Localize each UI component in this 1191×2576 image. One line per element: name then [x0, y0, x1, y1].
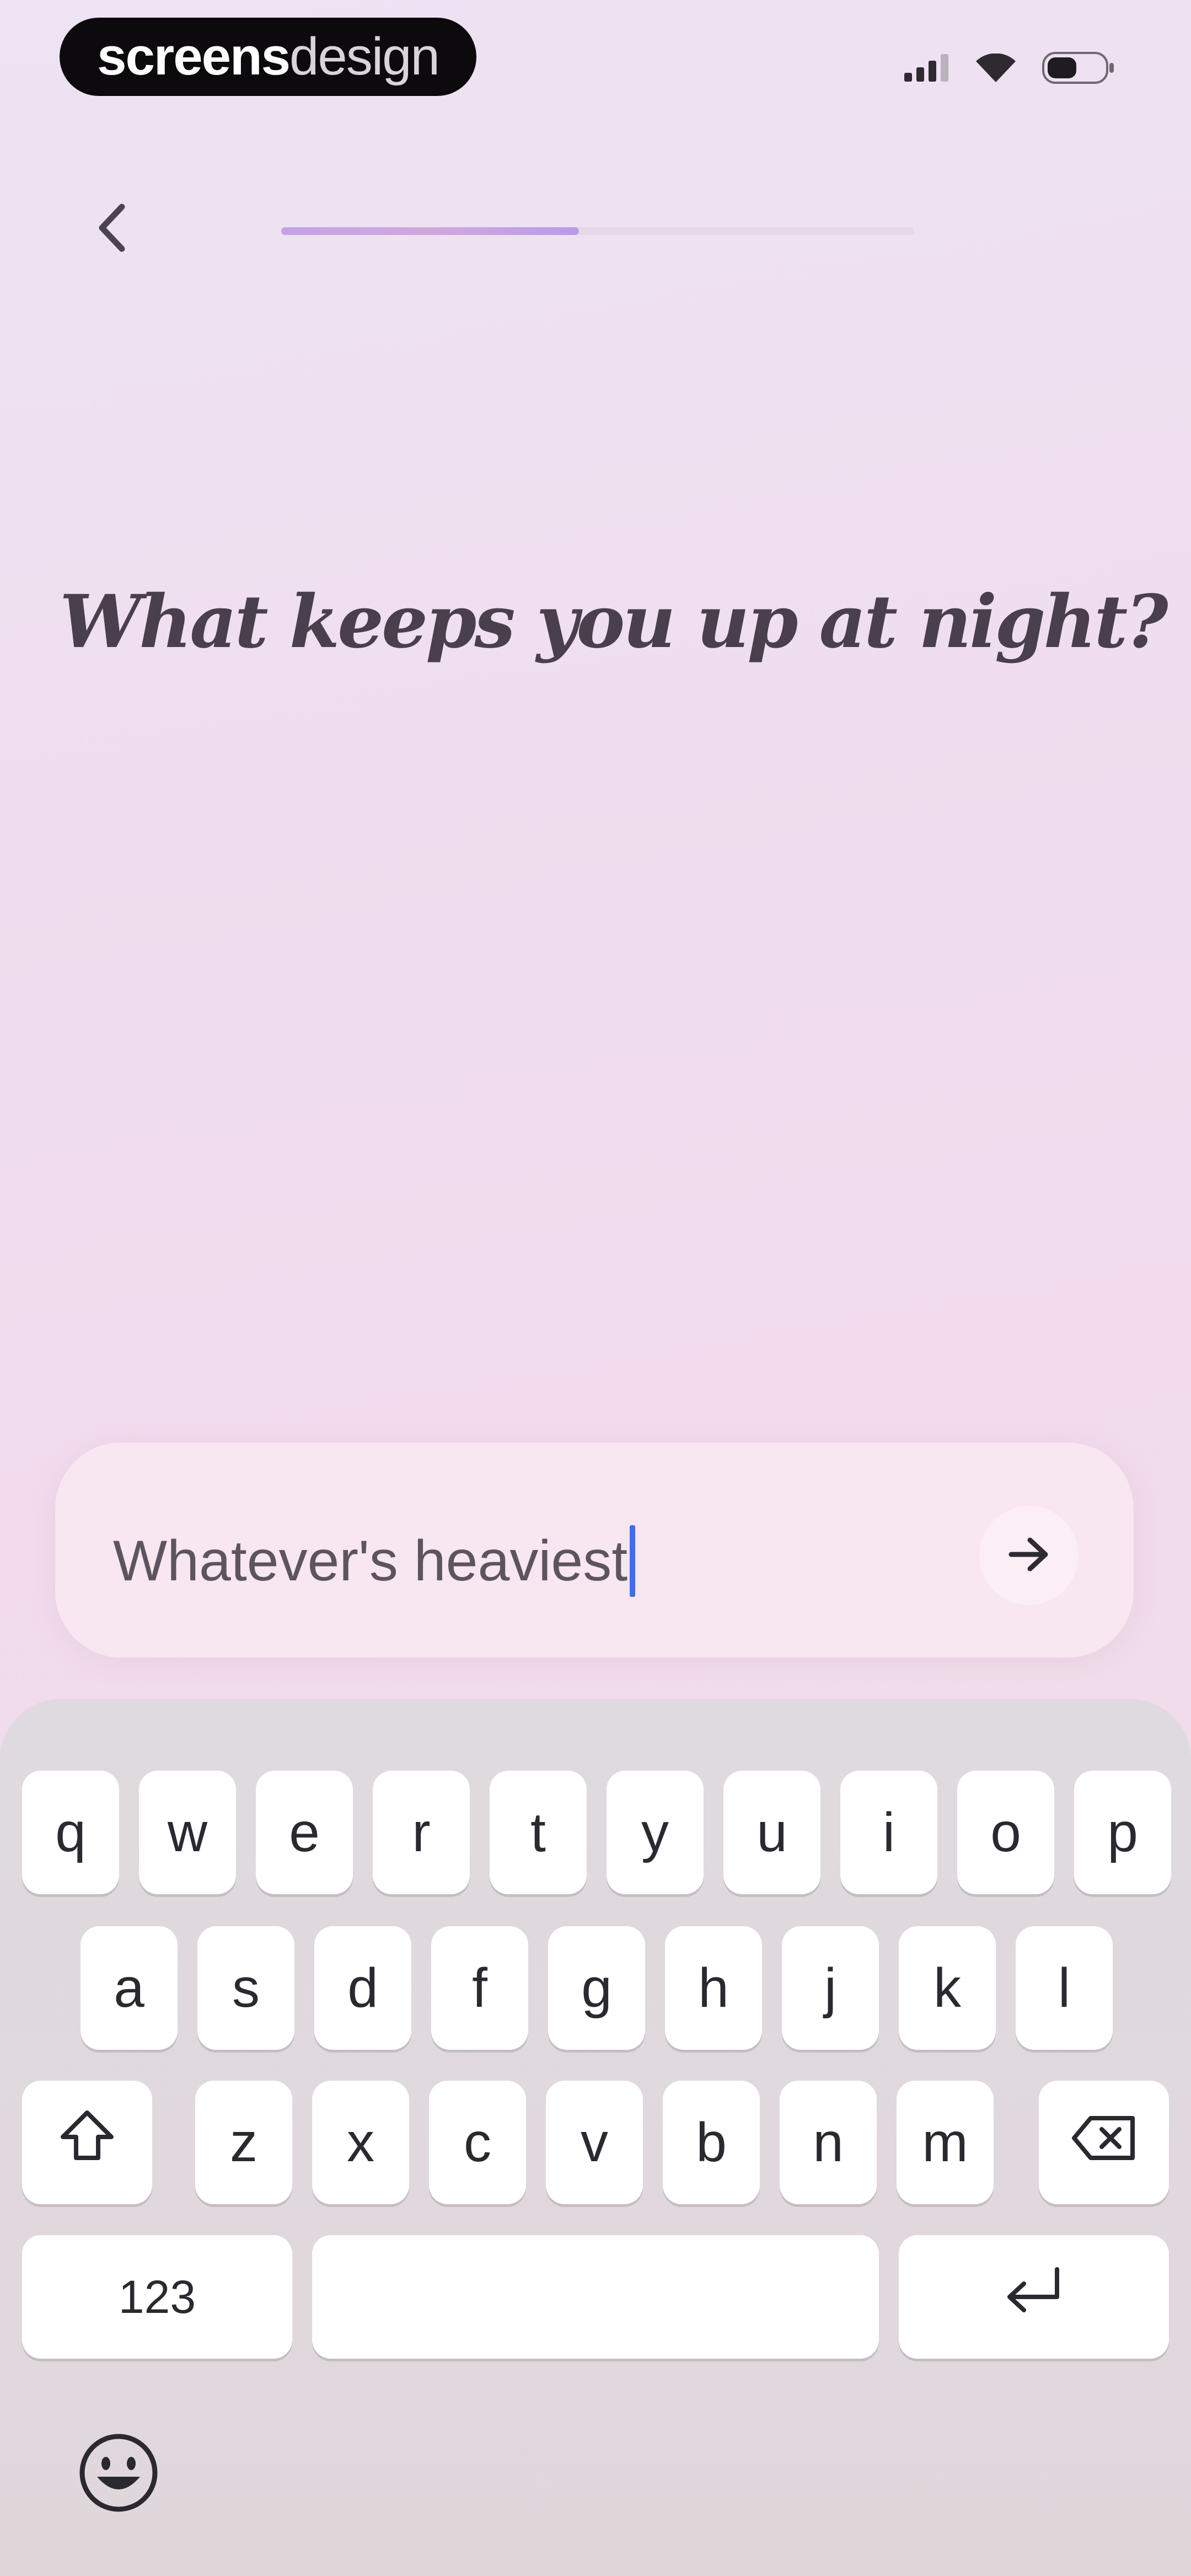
answer-input-value: Whatever's heaviest	[113, 1529, 628, 1593]
key-h[interactable]: h	[665, 1926, 762, 2050]
on-screen-keyboard: 123 qwertyuiop asdfghjkl zxcvb n m	[0, 1699, 1191, 2576]
key-p[interactable]: p	[1074, 1771, 1171, 1894]
key-x[interactable]: x	[312, 2081, 409, 2204]
progress-bar	[281, 227, 914, 235]
key-k[interactable]: k	[899, 1926, 996, 2050]
key-m[interactable]: m	[897, 2081, 994, 2204]
answer-input[interactable]: Whatever's heaviest	[113, 1525, 636, 1597]
key-c[interactable]: c	[429, 2081, 526, 2204]
key-i[interactable]: i	[840, 1771, 937, 1894]
key-d[interactable]: d	[314, 1926, 411, 2050]
key-n[interactable]: n	[780, 2081, 877, 2204]
return-icon	[1002, 2265, 1066, 2329]
shift-icon	[60, 2109, 115, 2176]
progress-bar-fill	[281, 227, 579, 235]
wifi-icon	[976, 54, 1016, 82]
key-j[interactable]: j	[782, 1926, 879, 2050]
onboarding-screen: screens design What keeps you up at nigh…	[0, 0, 1191, 2576]
brand-strong-text: screens	[97, 27, 291, 86]
emoji-button[interactable]	[77, 2433, 160, 2515]
key-q[interactable]: q	[22, 1771, 119, 1894]
key-e[interactable]: e	[256, 1771, 353, 1894]
answer-input-card[interactable]: Whatever's heaviest	[55, 1442, 1134, 1658]
question-title: What keeps you up at night?	[60, 579, 1168, 665]
key-l[interactable]: l	[1016, 1926, 1113, 2050]
key-z[interactable]: z	[195, 2081, 292, 2204]
signal-icon	[904, 54, 949, 82]
status-icons	[904, 49, 1115, 87]
key-f[interactable]: f	[431, 1926, 528, 2050]
key-b[interactable]: b	[663, 2081, 760, 2204]
shift-key[interactable]	[22, 2081, 152, 2204]
arrow-right-icon	[1008, 1537, 1050, 1575]
key-o[interactable]: o	[957, 1771, 1054, 1894]
emoji-icon	[77, 2431, 160, 2517]
backspace-key[interactable]	[1039, 2081, 1169, 2204]
space-key[interactable]	[312, 2235, 879, 2359]
key-s[interactable]: s	[197, 1926, 294, 2050]
key-w[interactable]: w	[139, 1771, 236, 1894]
submit-button[interactable]	[979, 1506, 1079, 1605]
key-r[interactable]: r	[373, 1771, 470, 1894]
key-y[interactable]: y	[607, 1771, 704, 1894]
numbers-key[interactable]: 123	[22, 2235, 292, 2359]
key-g[interactable]: g	[548, 1926, 645, 2050]
key-t[interactable]: t	[490, 1771, 587, 1894]
key-v[interactable]: v	[546, 2081, 643, 2204]
key-u[interactable]: u	[723, 1771, 820, 1894]
back-button[interactable]	[82, 196, 142, 262]
battery-icon	[1042, 52, 1115, 84]
brand-logo: screens design	[60, 18, 476, 96]
chevron-left-icon	[95, 200, 128, 258]
return-key[interactable]	[899, 2235, 1169, 2359]
brand-light-text: design	[289, 27, 440, 86]
backspace-icon	[1071, 2111, 1137, 2174]
key-a[interactable]: a	[81, 1926, 178, 2050]
text-caret	[630, 1525, 636, 1597]
